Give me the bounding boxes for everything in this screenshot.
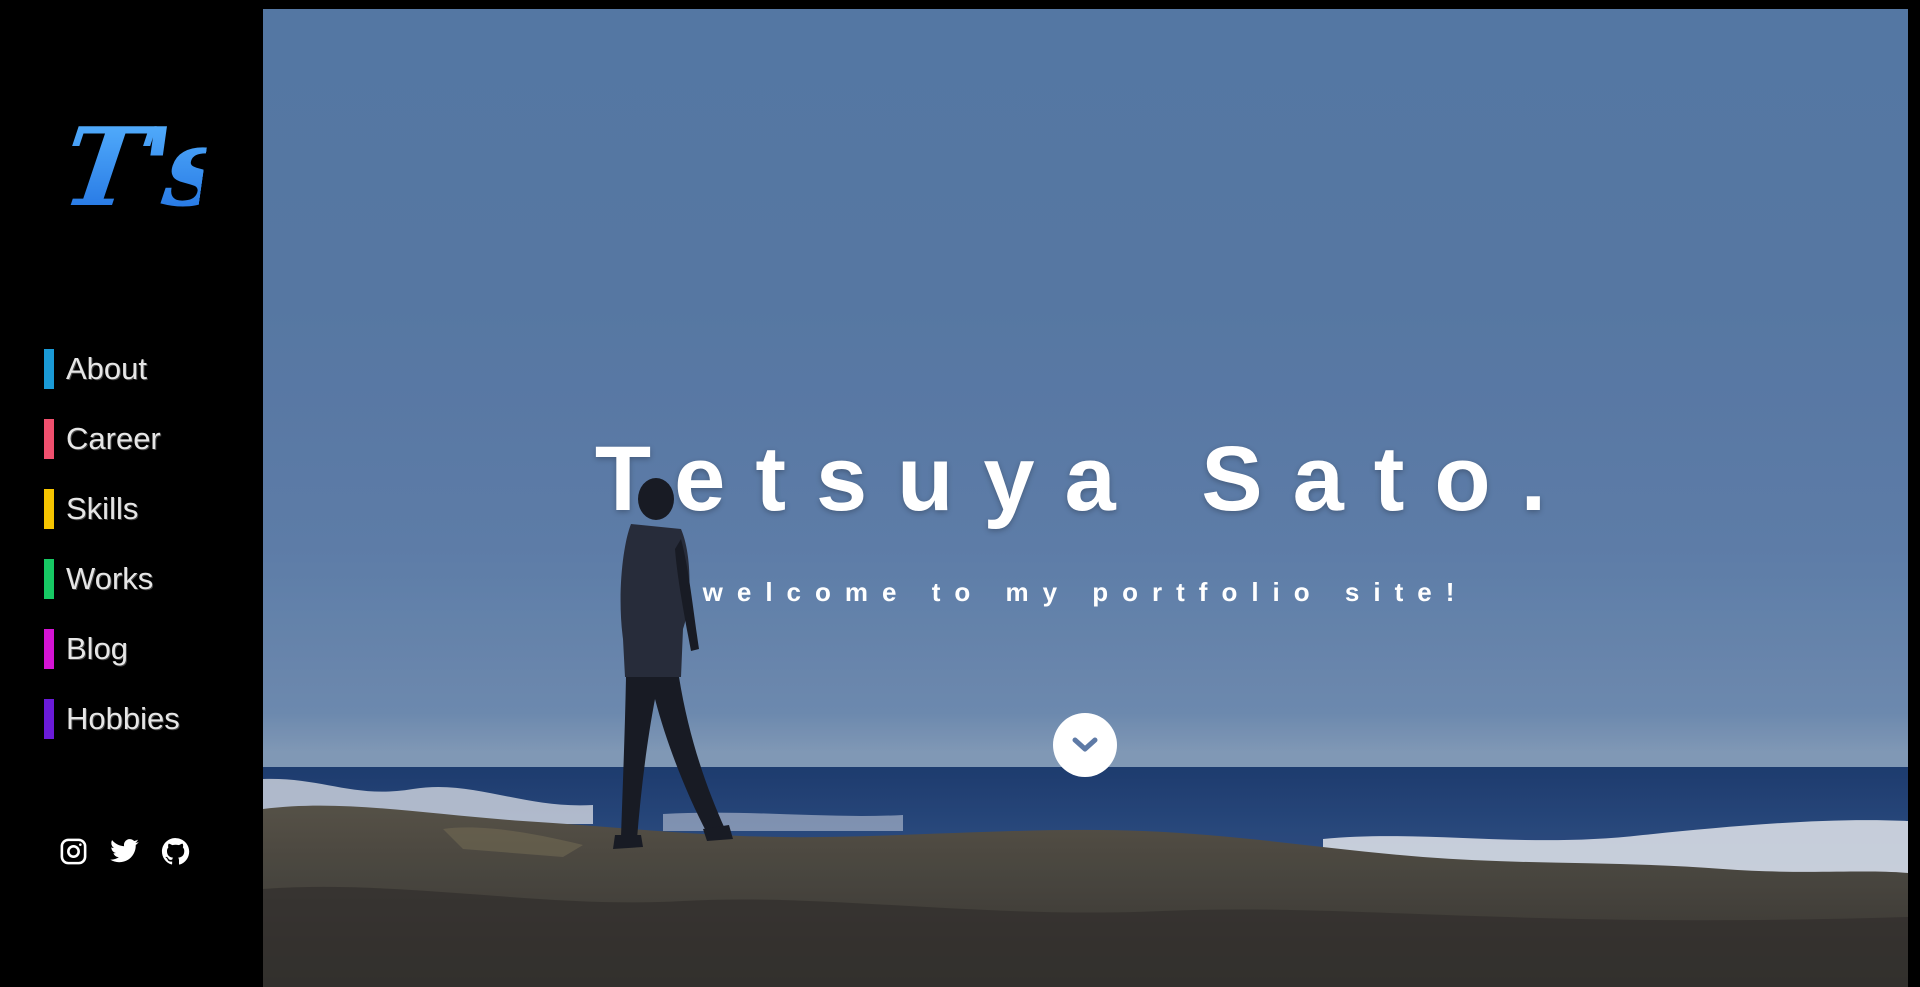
social-links (58, 836, 191, 867)
nav-item-hobbies[interactable]: Hobbies (44, 684, 180, 754)
nav-color-bar (44, 629, 54, 669)
nav-item-blog[interactable]: Blog (44, 614, 180, 684)
twitter-icon[interactable] (109, 836, 140, 867)
site-logo[interactable]: T's (55, 105, 229, 231)
hero-section: Tetsuya Sato. welcome to my portfolio si… (263, 9, 1908, 987)
nav-item-career[interactable]: Career (44, 404, 180, 474)
nav-label: About (66, 351, 148, 386)
nav-label: Skills (66, 491, 139, 526)
chevron-down-icon (1072, 737, 1098, 752)
nav-color-bar (44, 489, 54, 529)
main-nav: About Career Skills Works Blog Hobbies (44, 334, 180, 754)
nav-color-bar (44, 559, 54, 599)
github-icon[interactable] (160, 836, 191, 867)
nav-color-bar (44, 349, 54, 389)
hero-title: Tetsuya Sato. (594, 428, 1577, 530)
nav-label: Works (66, 561, 154, 596)
scroll-down-button[interactable] (1053, 713, 1117, 777)
nav-color-bar (44, 699, 54, 739)
nav-color-bar (44, 419, 54, 459)
sidebar: T's About Career Skills Works Blog Hobbi… (0, 0, 263, 987)
instagram-icon[interactable] (58, 836, 89, 867)
nav-item-about[interactable]: About (44, 334, 180, 404)
nav-item-works[interactable]: Works (44, 544, 180, 614)
nav-label: Blog (66, 631, 129, 666)
nav-label: Hobbies (66, 701, 180, 736)
hero-subtitle: welcome to my portfolio site! (702, 577, 1469, 607)
nav-item-skills[interactable]: Skills (44, 474, 180, 544)
nav-label: Career (66, 421, 161, 456)
